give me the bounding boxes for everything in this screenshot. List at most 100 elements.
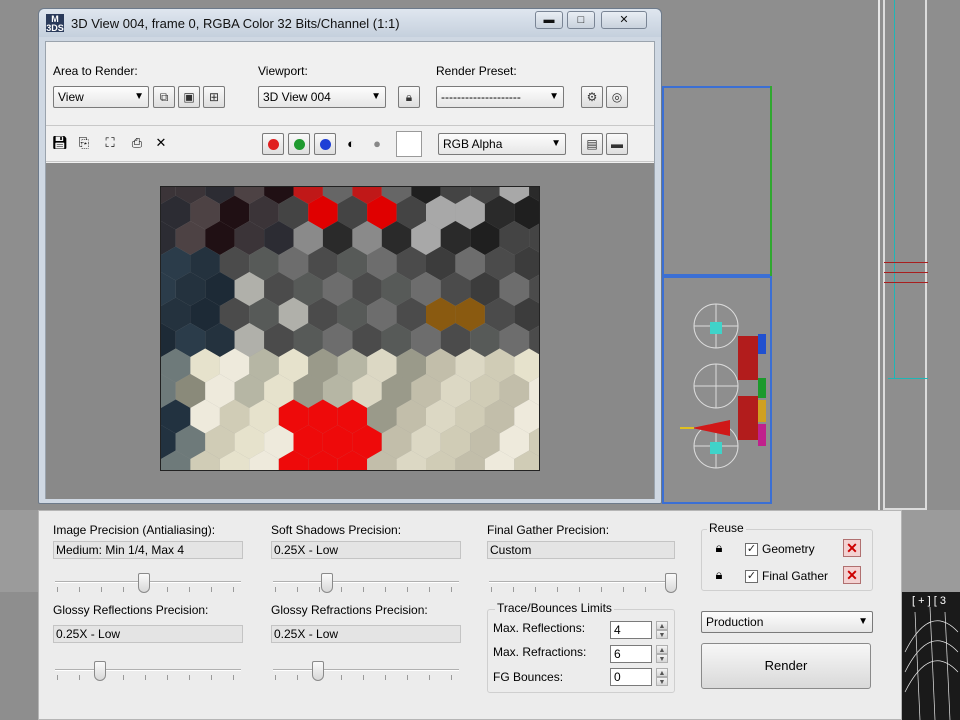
render-mode-dropdown[interactable]: Production ▼	[701, 611, 873, 633]
mono-icon[interactable]: ●	[368, 135, 386, 153]
viewport-border	[883, 0, 927, 510]
background-viewport-bottom-right[interactable]	[900, 592, 960, 720]
slider-ticks	[275, 675, 461, 680]
spinner-up-icon[interactable]: ▲	[656, 621, 668, 630]
green-channel-button[interactable]	[288, 133, 310, 155]
lock-icon[interactable]: 🔒︎	[711, 539, 727, 557]
reuse-final-gather-checkbox[interactable]: ✓	[745, 570, 758, 583]
background-viewport-right[interactable]	[880, 0, 960, 510]
render-mode-value: Production	[706, 615, 764, 629]
spinner-down-icon[interactable]: ▼	[656, 677, 668, 686]
max-refractions-input[interactable]: 6	[610, 645, 652, 663]
app-logo-icon: M 3DS	[46, 14, 64, 33]
soft-shadows-field: 0.25X - Low	[271, 541, 461, 559]
red-channel-button[interactable]	[262, 133, 284, 155]
chevron-down-icon: ▼	[134, 91, 144, 102]
viewport-label: Viewport:	[258, 64, 308, 78]
max-reflections-input[interactable]: 4	[610, 621, 652, 639]
reuse-geometry-checkbox[interactable]: ✓	[745, 543, 758, 556]
green-channel-dot	[294, 139, 305, 150]
crop-icon[interactable]: ⊞	[203, 86, 225, 108]
display-channel-value: RGB Alpha	[443, 137, 503, 151]
viewport-dropdown[interactable]: 3D View 004 ▼	[258, 86, 386, 108]
viewport-label: [ + ] [ 3	[912, 595, 946, 607]
minimize-button[interactable]: ▬	[535, 11, 563, 29]
final-gather-label: Final Gather Precision:	[487, 523, 610, 537]
rig-wireframe-icon	[680, 303, 766, 469]
render-preset-value: --------------------	[441, 90, 521, 104]
frame-window-body: Area to Render: View ▼ ⧉ ▣ ⊞ Viewport: 3D…	[45, 41, 655, 499]
viewport-value: 3D View 004	[263, 90, 331, 104]
fg-bounces-input[interactable]: 0	[610, 668, 652, 686]
viewport-guide-line	[894, 0, 895, 378]
lock-icon[interactable]: 🔒︎	[398, 86, 420, 108]
glossy-refractions-slider[interactable]	[311, 661, 324, 681]
render-button[interactable]: Render	[701, 643, 871, 689]
viewport-green-line	[770, 86, 772, 276]
copy-icon[interactable]: ⎘	[75, 134, 93, 152]
auto-region-icon[interactable]: ▣	[178, 86, 200, 108]
clear-final-gather-cache-icon[interactable]: ✕	[843, 566, 861, 584]
rendered-image	[160, 186, 540, 471]
spinner-down-icon[interactable]: ▼	[656, 654, 668, 663]
viewport-red-line	[884, 272, 928, 273]
render-preview-image	[161, 187, 539, 470]
render-control-panel: Image Precision (Antialiasing): Medium: …	[38, 510, 902, 720]
reuse-geometry-label: Geometry	[762, 542, 815, 556]
viewport-object-outline	[662, 86, 772, 276]
clone-icon[interactable]: ⛶	[101, 134, 119, 152]
soft-shadows-label: Soft Shadows Precision:	[271, 523, 402, 537]
fg-bounces-spinner[interactable]: ▲ ▼	[656, 668, 668, 686]
max-refractions-spinner[interactable]: ▲ ▼	[656, 645, 668, 663]
soft-shadows-slider-track[interactable]	[273, 581, 459, 583]
final-gather-slider-track[interactable]	[489, 581, 675, 583]
reuse-final-gather-label: Final Gather	[762, 569, 829, 583]
close-button[interactable]: ✕	[601, 11, 647, 29]
chevron-down-icon: ▼	[551, 138, 561, 149]
render-preset-label: Render Preset:	[436, 64, 517, 78]
glossy-refractions-slider-track[interactable]	[273, 669, 459, 671]
spinner-up-icon[interactable]: ▲	[656, 668, 668, 677]
blue-channel-button[interactable]	[314, 133, 336, 155]
color-swatch[interactable]	[396, 131, 422, 157]
final-gather-field: Custom	[487, 541, 675, 559]
spinner-down-icon[interactable]: ▼	[656, 630, 668, 639]
axis-gizmo-icon	[908, 510, 928, 550]
glossy-refractions-label: Glossy Refractions Precision:	[271, 603, 428, 617]
render-canvas-area[interactable]	[46, 163, 654, 499]
print-icon[interactable]: ⎙	[128, 134, 146, 152]
chevron-down-icon: ▼	[858, 616, 868, 627]
clear-icon[interactable]: ✕	[152, 134, 170, 152]
soft-shadows-slider[interactable]	[320, 573, 333, 593]
glossy-reflections-slider-track[interactable]	[55, 669, 241, 671]
lock-icon[interactable]: 🔒︎	[711, 566, 727, 584]
background-viewport-bottom-left	[0, 592, 40, 720]
alpha-channel-icon[interactable]: ◐	[342, 135, 360, 153]
slider-ticks	[275, 587, 461, 592]
edit-region-icon[interactable]: ⧉	[153, 86, 175, 108]
viewport-red-line	[884, 282, 928, 283]
area-to-render-dropdown[interactable]: View ▼	[53, 86, 149, 108]
max-reflections-spinner[interactable]: ▲ ▼	[656, 621, 668, 639]
slider-ticks	[491, 587, 677, 592]
image-precision-field: Medium: Min 1/4, Max 4	[53, 541, 243, 559]
viewport-guide-line	[888, 378, 928, 379]
render-setup-icon[interactable]: ⚙	[581, 86, 603, 108]
spinner-up-icon[interactable]: ▲	[656, 645, 668, 654]
clear-geometry-cache-icon[interactable]: ✕	[843, 539, 861, 557]
save-icon[interactable]: 💾︎	[51, 134, 69, 152]
render-preset-dropdown[interactable]: -------------------- ▼	[436, 86, 564, 108]
reuse-title: Reuse	[707, 521, 746, 535]
environment-icon[interactable]: ◎	[606, 86, 628, 108]
toggle-ui-overlay-icon[interactable]: ▤	[581, 133, 603, 155]
maximize-button[interactable]: □	[567, 11, 595, 29]
glossy-reflections-label: Glossy Reflections Precision:	[53, 603, 209, 617]
glossy-reflections-slider[interactable]	[93, 661, 106, 681]
slider-ticks	[57, 675, 243, 680]
toggle-ui-icon[interactable]: ▬	[606, 133, 628, 155]
display-channel-dropdown[interactable]: RGB Alpha ▼	[438, 133, 566, 155]
max-reflections-label: Max. Reflections:	[493, 621, 586, 635]
final-gather-slider[interactable]	[665, 573, 677, 593]
title-bar[interactable]: M 3DS 3D View 004, frame 0, RGBA Color 32…	[39, 9, 661, 37]
image-precision-slider[interactable]	[137, 573, 150, 593]
